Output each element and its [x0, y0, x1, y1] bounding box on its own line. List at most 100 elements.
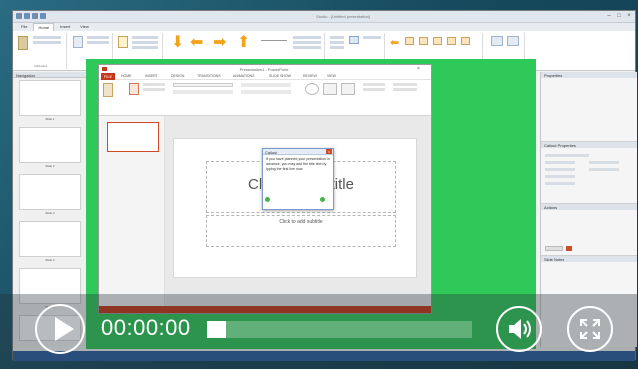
duration-field[interactable] — [545, 182, 575, 185]
shape-fill-button[interactable] — [293, 36, 321, 39]
start-field[interactable] — [545, 175, 575, 178]
ppt-replace-button[interactable] — [393, 88, 417, 91]
actions-section: Actions — [541, 204, 637, 256]
ppt-font-select[interactable] — [173, 83, 233, 87]
import-button[interactable] — [132, 36, 158, 39]
subtitle-placeholder[interactable]: Click to add subtitle — [206, 215, 396, 247]
minimize-button[interactable]: – — [605, 13, 613, 20]
maximize-button[interactable]: □ — [615, 13, 623, 20]
ppt-reset-button[interactable] — [143, 88, 165, 91]
fullscreen-icon — [580, 319, 600, 339]
publish-icon[interactable] — [491, 36, 503, 46]
ppt-tab-review[interactable]: REVIEW — [303, 74, 317, 78]
shape-effects-button[interactable] — [293, 46, 321, 49]
tab-view[interactable]: View — [76, 23, 93, 31]
ppt-tab-animations[interactable]: ANIMATIONS — [233, 74, 255, 78]
ppt-shape-fill-button[interactable] — [363, 83, 385, 86]
new-slide-icon[interactable] — [118, 36, 128, 48]
left-panel-title: Navigation — [16, 73, 35, 78]
group-icon[interactable] — [349, 36, 359, 44]
volume-button[interactable] — [496, 306, 542, 352]
arrow-left-icon[interactable]: ⬅ — [190, 35, 203, 51]
ppt-tab-slide-show[interactable]: SLIDE SHOW — [269, 74, 291, 78]
seek-bar-progress[interactable] — [207, 321, 226, 338]
redo-icon[interactable] — [40, 13, 46, 19]
arrow-up-icon[interactable]: ⬆ — [237, 35, 250, 51]
align-button[interactable] — [330, 46, 344, 49]
callout-handle-left[interactable] — [264, 196, 271, 203]
bring-forward-button[interactable] — [330, 36, 344, 39]
arrow-right-icon[interactable]: ➡ — [213, 35, 226, 51]
arrow-down-icon[interactable]: ⬇ — [171, 35, 184, 51]
slide-thumbnail[interactable] — [19, 127, 81, 163]
copy-button[interactable] — [33, 41, 61, 44]
tab-home[interactable]: Home — [33, 23, 55, 31]
ppt-tab-home[interactable]: HOME — [121, 74, 132, 78]
highlight-icon[interactable] — [419, 37, 428, 45]
save-icon[interactable] — [24, 13, 30, 19]
height-field[interactable] — [589, 168, 619, 171]
ppt-close-button[interactable]: × — [417, 66, 429, 72]
ppt-logo-icon — [102, 67, 107, 71]
ppt-shape-outline-button[interactable] — [363, 88, 385, 91]
ppt-paste-icon[interactable] — [103, 83, 113, 97]
ppt-arrange-icon[interactable] — [323, 83, 337, 95]
y-field[interactable] — [589, 161, 619, 164]
tab-file[interactable]: File — [17, 23, 31, 31]
ppt-slide-canvas: Click to add title Click to add subtitle — [165, 116, 431, 306]
background-button[interactable] — [87, 36, 109, 39]
media-icon[interactable] — [461, 37, 470, 45]
ppt-font-format-toolbar[interactable] — [173, 90, 233, 94]
seek-bar[interactable] — [207, 321, 472, 338]
layout-button[interactable] — [87, 41, 109, 44]
callout-handle-right[interactable] — [319, 196, 326, 203]
ppt-new-slide-icon[interactable] — [129, 83, 139, 95]
ppt-find-button[interactable] — [393, 83, 417, 86]
fullscreen-button[interactable] — [567, 306, 613, 352]
ppt-paragraph-toolbar[interactable] — [241, 83, 291, 87]
cursor-icon[interactable] — [447, 37, 456, 45]
ppt-align-toolbar[interactable] — [241, 90, 291, 94]
cut-button[interactable] — [33, 36, 61, 39]
slide-thumbnail[interactable] — [19, 221, 81, 257]
ppt-slide-thumbnail[interactable] — [107, 122, 159, 152]
tab-insert[interactable]: Insert — [56, 23, 74, 31]
shape-outline-button[interactable] — [293, 41, 321, 44]
close-button[interactable]: × — [625, 13, 633, 20]
paste-icon[interactable] — [18, 36, 28, 50]
undo-icon[interactable] — [32, 13, 38, 19]
slide-thumbnail[interactable] — [19, 80, 81, 116]
callout-properties-header: Callout Properties — [541, 142, 637, 148]
line-shape-icon[interactable] — [261, 40, 287, 41]
rotate-button[interactable] — [363, 36, 381, 39]
ppt-tab-file[interactable]: FILE — [101, 73, 115, 80]
callout-text: If you have planned your presentation in… — [266, 157, 330, 171]
ppt-tab-design[interactable]: DESIGN — [171, 74, 184, 78]
slide-thumbnail-label: Slide 3 — [45, 211, 55, 215]
ppt-tab-transitions[interactable]: TRANSITIONS — [197, 74, 221, 78]
slide-notes-title: Slide Notes — [544, 257, 565, 262]
x-field[interactable] — [545, 161, 575, 164]
arrow-back-icon[interactable]: ⬅ — [390, 35, 399, 51]
send-backward-button[interactable] — [330, 41, 344, 44]
callout-close-button[interactable]: × — [326, 149, 332, 154]
delete-action-icon[interactable] — [566, 246, 572, 251]
slide-thumbnail-label: Slide 1 — [45, 117, 55, 121]
export-icon[interactable] — [507, 36, 519, 46]
record-icon[interactable] — [73, 36, 83, 48]
ppt-layout-button[interactable] — [143, 83, 165, 86]
ppt-tab-view[interactable]: VIEW — [327, 74, 336, 78]
ppt-thumbnail-pane — [99, 116, 165, 306]
zoom-icon[interactable] — [433, 37, 442, 45]
ppt-tab-insert[interactable]: INSERT — [145, 74, 158, 78]
ppt-quick-styles-icon[interactable] — [341, 83, 355, 95]
name-field[interactable] — [545, 154, 589, 157]
add-action-button[interactable] — [545, 246, 563, 251]
slide-thumbnail[interactable] — [19, 174, 81, 210]
ppt-shapes-icon[interactable] — [305, 83, 319, 95]
ppt-ribbon-tabs: FILE HOME INSERT DESIGN TRANSITIONS ANIM… — [99, 73, 431, 80]
duplicate-button[interactable] — [132, 46, 158, 49]
callout-icon[interactable] — [405, 37, 414, 45]
theme-button[interactable] — [132, 41, 158, 44]
width-field[interactable] — [545, 168, 575, 171]
